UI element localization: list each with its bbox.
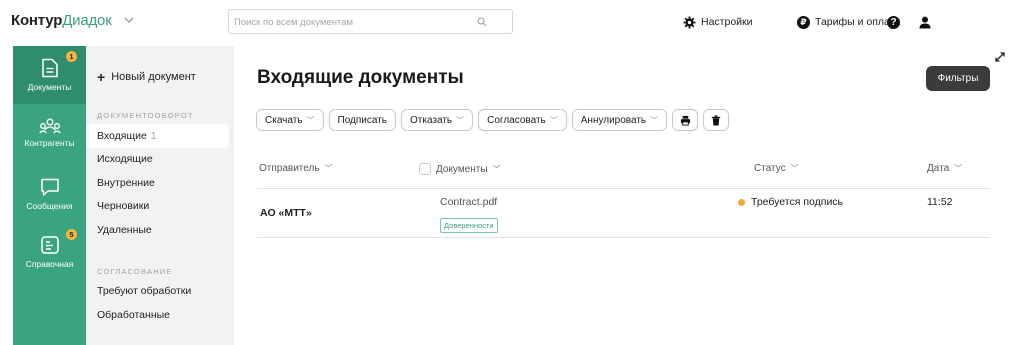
rail-label: Справочная [25, 259, 74, 269]
nav-item-label: Требуют обработки [97, 285, 192, 297]
chevron-down-icon: ﹀ [790, 164, 799, 173]
cancel-document-label: Аннулировать [580, 114, 647, 126]
expand-icon[interactable] [994, 51, 1006, 63]
action-toolbar: Скачать ﹀ Подписать Отказать ﹀ Согласовать… [256, 109, 730, 131]
row-sender[interactable]: АО «МТТ» [260, 207, 312, 219]
search-input[interactable] [234, 15, 474, 29]
download-button[interactable]: Скачать ﹀ [256, 109, 324, 131]
app-logo[interactable]: КонтурДиадок [11, 12, 112, 29]
nav-item-label: Черновики [97, 200, 150, 212]
help-icon: ? [887, 15, 900, 29]
chevron-down-icon: ﹀ [549, 115, 558, 125]
delete-button[interactable] [703, 109, 730, 131]
nav-item-processed[interactable]: Обработанные [86, 303, 229, 327]
rail-item-counterparties[interactable]: Контрагенты [13, 118, 86, 148]
notification-badge: 5 [66, 229, 77, 240]
column-date[interactable]: Дата ﹀ [927, 163, 962, 174]
chevron-down-icon: ﹀ [954, 164, 963, 173]
notification-badge: 1 [66, 51, 77, 62]
nav-item-inbox[interactable]: Входящие 1 [86, 124, 229, 148]
column-label: Дата [927, 163, 950, 174]
document-icon [41, 58, 58, 78]
column-sender[interactable]: Отправитель ﹀ [259, 163, 333, 174]
filters-button[interactable]: Фильтры [926, 66, 990, 91]
logo-product: Диадок [62, 12, 112, 29]
rail-label: Сообщения [26, 201, 73, 211]
chevron-down-icon: ﹀ [650, 115, 659, 125]
tariffs-button[interactable]: ₽ Тарифы и оплата [797, 14, 900, 30]
row-document-link[interactable]: Contract.pdf [440, 196, 497, 208]
status-dot [738, 198, 745, 206]
rail-item-help-center[interactable]: Справочная 5 [13, 229, 86, 269]
chevron-down-icon: ﹀ [492, 164, 501, 174]
row-date: 11:52 [927, 196, 953, 208]
nav-item-internal[interactable]: Внутренние [86, 171, 229, 195]
ruble-icon: ₽ [797, 15, 810, 29]
left-rail: Документы 1 Контрагенты Сообщения Справо… [13, 46, 86, 345]
document-tag[interactable]: Доверенности [440, 218, 498, 233]
nav-item-deleted[interactable]: Удаленные [86, 218, 229, 242]
cancel-document-button[interactable]: Аннулировать ﹀ [571, 109, 668, 131]
approve-label: Согласовать [487, 114, 546, 126]
column-label: Документы [436, 163, 488, 175]
nav-item-label: Исходящие [97, 153, 153, 165]
sign-label: Подписать [337, 114, 388, 126]
top-bar: КонтурДиадок Настройки ₽ Тарифы и оплата… [0, 0, 1024, 44]
user-icon [919, 16, 931, 28]
new-document-button[interactable]: + Новый документ [97, 69, 196, 85]
rail-item-messages[interactable]: Сообщения [13, 177, 86, 211]
chat-icon [40, 178, 59, 196]
nav-section-docflow: ДОКУМЕНТООБОРОТ [97, 111, 194, 120]
approve-button[interactable]: Согласовать ﹀ [478, 109, 567, 131]
help-button[interactable]: ? [887, 14, 900, 30]
nav-item-label: Обработанные [97, 309, 170, 321]
help-doc-icon [40, 236, 59, 254]
search-icon[interactable] [477, 17, 487, 27]
column-documents[interactable]: Документы ﹀ [419, 163, 501, 175]
rail-item-documents[interactable]: Документы 1 [13, 46, 86, 104]
select-all-checkbox[interactable] [419, 163, 431, 175]
nav-item-label: Внутренние [97, 177, 155, 189]
nav-item-count: 1 [150, 130, 157, 142]
printer-icon [680, 115, 690, 126]
main-content: Входящие документы Фильтры Скачать ﹀ Подп… [234, 46, 1012, 345]
reject-label: Отказать [410, 114, 453, 126]
header-divider [257, 188, 990, 189]
chevron-down-icon: ﹀ [456, 115, 465, 125]
download-label: Скачать [265, 114, 303, 126]
logo-brand: Контур [11, 12, 63, 29]
print-button[interactable] [672, 109, 699, 131]
nav-item-label: Входящие [97, 130, 147, 142]
nav-item-label: Удаленные [97, 224, 152, 236]
users-icon [38, 118, 61, 134]
nav-item-drafts[interactable]: Черновики [86, 194, 229, 218]
rail-label: Документы [27, 82, 72, 92]
status-label: Требуется подпись [751, 196, 844, 208]
chevron-down-icon: ﹀ [324, 164, 333, 173]
trash-icon [712, 114, 721, 126]
search-box[interactable] [228, 9, 513, 34]
reject-button[interactable]: Отказать ﹀ [401, 109, 474, 131]
gear-icon [683, 15, 696, 29]
chevron-down-icon[interactable] [123, 14, 135, 26]
column-label: Отправитель [259, 163, 320, 174]
settings-label: Настройки [701, 16, 753, 28]
column-label: Статус [754, 163, 786, 174]
nav-section-approval: СОГЛАСОВАНИЕ [97, 267, 173, 276]
nav-item-needs-processing[interactable]: Требуют обработки [86, 279, 229, 303]
section-nav: + Новый документ ДОКУМЕНТООБОРОТ Входящи… [86, 46, 234, 345]
page-title: Входящие документы [257, 67, 464, 88]
chevron-down-icon: ﹀ [306, 115, 315, 125]
rail-label: Контрагенты [24, 138, 75, 148]
user-menu-button[interactable] [919, 14, 931, 30]
row-divider [257, 237, 990, 238]
row-status: Требуется подпись [738, 196, 843, 208]
settings-button[interactable]: Настройки [683, 14, 753, 30]
plus-icon: + [97, 69, 106, 85]
sign-button[interactable]: Подписать [328, 109, 396, 131]
column-status[interactable]: Статус ﹀ [754, 163, 799, 174]
new-document-label: Новый документ [111, 71, 196, 83]
nav-item-outbox[interactable]: Исходящие [86, 147, 229, 171]
